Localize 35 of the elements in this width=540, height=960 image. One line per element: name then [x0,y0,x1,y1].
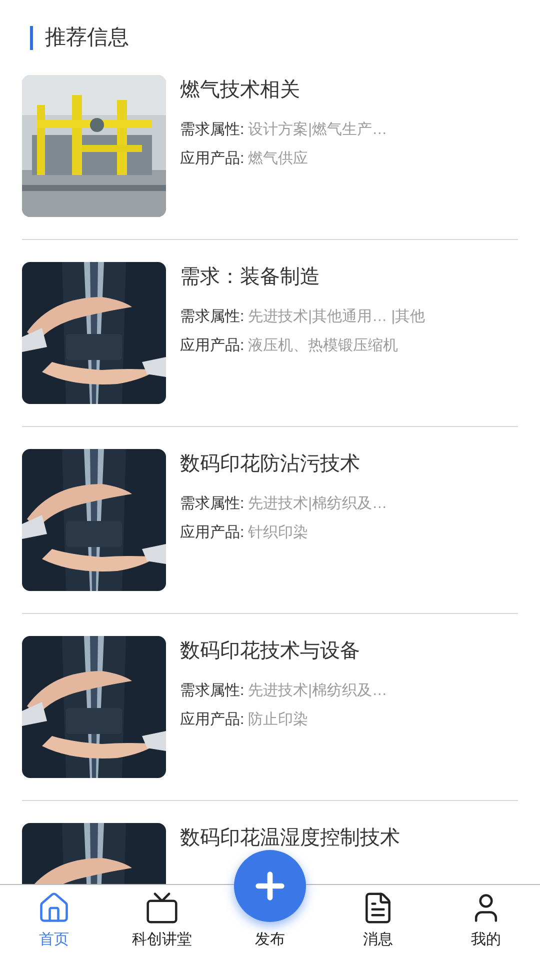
field-value: 针织印染 [248,522,308,542]
field-value: 防止印染 [248,710,308,730]
field-value: 先进技术|棉纺织及… [248,680,388,700]
item-title: 数码印花技术与设备 [180,638,361,664]
field-value: 燃气供应 [248,148,308,168]
nav-tab[interactable]: 科创讲堂 [108,885,216,960]
list-item[interactable]: 燃气技术相关 需求属性: 设计方案|燃气生产… 应用产品: 燃气供应 [22,64,518,228]
section-marker [30,26,33,50]
nav-tab[interactable]: 消息 [324,885,432,960]
field-label: 应用产品: [180,522,244,542]
item-title: 需求：装备制造 [180,264,321,290]
list-item[interactable]: 需求：装备制造 需求属性: 先进技术|其他通用… |其他 应用产品: 液压机、热模锻压缩机 [22,250,518,414]
publish-button[interactable] [234,850,306,922]
list-item[interactable]: 数码印花技术与设备 需求属性: 先进技术|棉纺织及… 应用产品: 防止印染 [22,624,518,788]
item-title: 数码印花防沾污技术 [180,452,361,476]
field-label: 应用产品: [180,148,244,168]
home-icon [37,890,71,924]
nav-tab[interactable]: 首页 [0,885,108,960]
tv-icon [145,890,179,924]
nav-tab[interactable]: 我的 [432,885,540,960]
field-label: 需求属性: [180,494,244,514]
field-value: 液压机、热模锻压缩机 [248,336,398,356]
nav-tab[interactable]: 发布 [255,928,285,951]
field-label: 需求属性: [180,680,244,700]
item-title: 数码印花温湿度控制技术 [180,826,400,850]
section-title: 推荐信息 [45,25,129,51]
field-label: 应用产品: [180,336,244,356]
field-value: 设计方案|燃气生产… [248,120,388,140]
list-item[interactable]: 数码印花防沾污技术 需求属性: 先进技术|棉纺织及… 应用产品: 针织印染 [22,438,518,602]
field-value: 先进技术|棉纺织及… [248,494,388,514]
field-label: 应用产品: [180,710,244,730]
field-value: 先进技术|其他通用… |其他 [248,306,426,326]
field-label: 需求属性: [180,120,244,140]
item-title: 燃气技术相关 [180,78,301,102]
field-label: 需求属性: [180,306,244,326]
